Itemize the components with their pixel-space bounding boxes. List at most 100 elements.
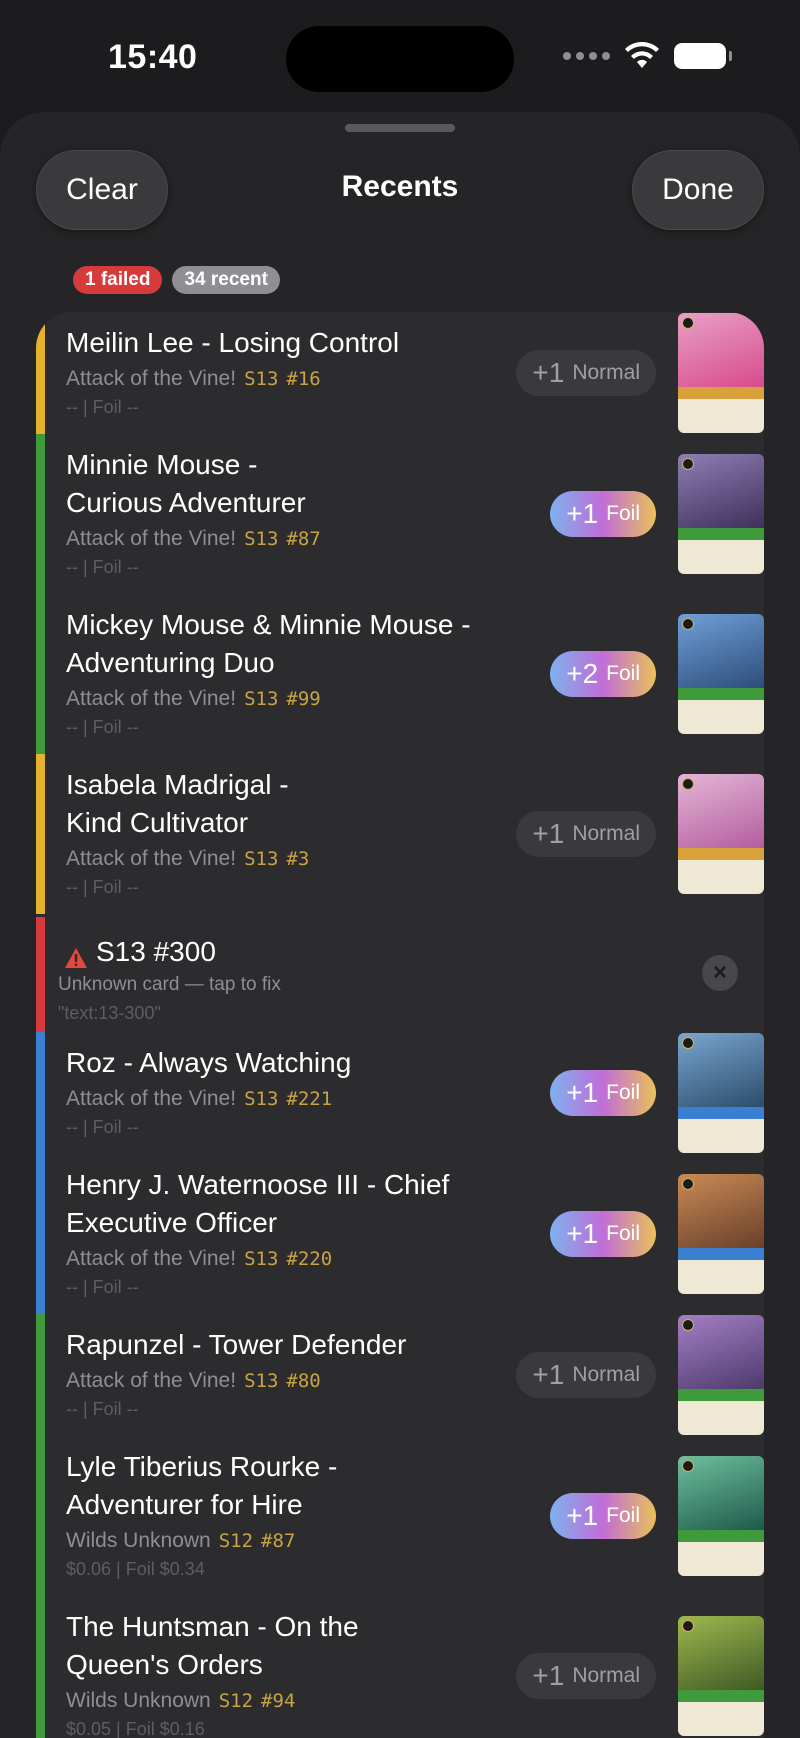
failed-card-hint: Unknown card — tap to fix [58, 974, 281, 995]
card-thumbnail[interactable] [678, 1315, 764, 1435]
card-number: #16 [286, 368, 321, 390]
card-thumbnail[interactable] [678, 454, 764, 574]
dismiss-icon[interactable]: × [702, 955, 738, 991]
card-row[interactable]: Rapunzel - Tower Defender Attack of the V… [36, 1314, 764, 1436]
set-name: Attack of the Vine! [66, 1369, 237, 1392]
card-info: Roz - Always Watching Attack of the Vine!… [66, 1044, 536, 1140]
finish-label: Normal [572, 1363, 640, 1386]
ink-stripe [36, 1154, 45, 1314]
quantity-pill[interactable]: +1 Normal [516, 350, 656, 396]
card-price: -- | Foil -- [66, 1277, 139, 1297]
card-info: Rapunzel - Tower Defender Attack of the V… [66, 1326, 536, 1422]
card-price: $0.05 | Foil $0.16 [66, 1719, 205, 1738]
card-name-line2: Curious Adventurer [66, 487, 306, 518]
dynamic-island [286, 26, 514, 92]
recents-list: S13 #300 Unknown card — tap to fix "text… [36, 312, 764, 1738]
quantity-value: +1 [566, 1218, 599, 1249]
card-name-line2: Executive Officer [66, 1207, 278, 1238]
card-name: Minnie Mouse - [66, 449, 258, 480]
card-thumbnail[interactable] [678, 1616, 764, 1736]
card-set-line: Attack of the Vine! S13 #220 [66, 1244, 536, 1274]
card-set-line: Wilds Unknown S12 #94 [66, 1686, 536, 1716]
card-set-line: Attack of the Vine! S13 #3 [66, 844, 536, 874]
ink-stripe [36, 1314, 45, 1436]
card-name: Roz - Always Watching [66, 1047, 352, 1078]
card-set-line: Attack of the Vine! S13 #80 [66, 1366, 536, 1396]
ink-stripe [36, 594, 45, 754]
signal-dots-icon [563, 52, 610, 60]
status-time: 15:40 [108, 38, 198, 76]
finish-label: Normal [572, 1664, 640, 1687]
ink-stripe [36, 1436, 45, 1596]
quantity-pill[interactable]: +1 Foil [550, 1070, 656, 1116]
card-set-line: Wilds Unknown S12 #87 [66, 1526, 536, 1556]
card-name-line2: Kind Cultivator [66, 807, 249, 838]
status-bar: 15:40 [0, 0, 800, 110]
card-row[interactable]: Mickey Mouse & Minnie Mouse - Adventuring… [36, 594, 764, 754]
ink-stripe [36, 917, 45, 1032]
finish-label: Normal [572, 822, 640, 845]
card-thumbnail[interactable] [678, 313, 764, 433]
set-code: S12 [218, 1690, 254, 1712]
status-icons [563, 42, 732, 70]
card-name: Rapunzel - Tower Defender [66, 1329, 407, 1360]
card-row[interactable]: Minnie Mouse - Curious Adventurer Attack o… [36, 434, 764, 594]
finish-label: Foil [606, 502, 640, 525]
card-thumbnail[interactable] [678, 1174, 764, 1294]
set-code: S13 [244, 1088, 279, 1110]
card-thumbnail[interactable] [678, 1456, 764, 1576]
card-name: Meilin Lee - Losing Control [66, 327, 400, 358]
card-row[interactable]: Roz - Always Watching Attack of the Vine!… [36, 1032, 764, 1154]
sheet-grabber[interactable] [345, 124, 455, 132]
quantity-value: +1 [566, 498, 599, 529]
card-name: Henry J. Waternoose III - Chief [66, 1169, 450, 1200]
card-number: #99 [286, 688, 321, 710]
card-number: #87 [261, 1530, 296, 1552]
card-row[interactable]: Lyle Tiberius Rourke - Adventurer for Hir… [36, 1436, 764, 1596]
card-number: #3 [286, 848, 310, 870]
quantity-pill[interactable]: +1 Foil [550, 491, 656, 537]
set-code: S12 [218, 1530, 254, 1552]
finish-label: Foil [606, 1081, 640, 1104]
card-price: -- | Foil -- [66, 557, 139, 577]
card-info: Minnie Mouse - Curious Adventurer Attack o… [66, 446, 536, 580]
quantity-value: +1 [566, 1077, 599, 1108]
quantity-pill[interactable]: +1 Foil [550, 1211, 656, 1257]
warning-icon [65, 948, 87, 968]
card-info: Isabela Madrigal - Kind Cultivator Attack … [66, 766, 536, 900]
set-name: Attack of the Vine! [66, 687, 237, 710]
card-row[interactable]: Meilin Lee - Losing Control Attack of the… [36, 312, 764, 434]
card-set-line: Attack of the Vine! S13 #221 [66, 1084, 536, 1114]
card-price: -- | Foil -- [66, 717, 139, 737]
set-code: S13 [244, 368, 279, 390]
card-info: Lyle Tiberius Rourke - Adventurer for Hir… [66, 1448, 536, 1582]
quantity-pill[interactable]: +1 Normal [516, 1352, 656, 1398]
recent-count-badge: 34 recent [172, 266, 280, 294]
set-name: Attack of the Vine! [66, 1087, 237, 1110]
card-row[interactable]: Henry J. Waternoose III - Chief Executive… [36, 1154, 764, 1314]
ink-stripe [36, 1032, 45, 1154]
finish-label: Normal [572, 361, 640, 384]
card-set-line: Attack of the Vine! S13 #87 [66, 524, 536, 554]
failed-row[interactable]: S13 #300 Unknown card — tap to fix "text… [36, 917, 764, 1032]
card-name-line2: Adventuring Duo [66, 647, 275, 678]
quantity-pill[interactable]: +1 Normal [516, 811, 656, 857]
set-name: Attack of the Vine! [66, 847, 237, 870]
card-row[interactable]: The Huntsman - On the Queen's Orders Wilds… [36, 1596, 764, 1738]
card-thumbnail[interactable] [678, 774, 764, 894]
card-number: #80 [286, 1370, 321, 1392]
card-thumbnail[interactable] [678, 614, 764, 734]
card-name: Mickey Mouse & Minnie Mouse - [66, 609, 471, 640]
failed-card-title: S13 #300 [96, 936, 216, 967]
card-row[interactable]: Isabela Madrigal - Kind Cultivator Attack … [36, 754, 764, 914]
ink-stripe [36, 1596, 45, 1738]
set-name: Attack of the Vine! [66, 527, 237, 550]
quantity-pill[interactable]: +2 Foil [550, 651, 656, 697]
done-button[interactable]: Done [632, 150, 764, 230]
set-code: S13 [244, 688, 279, 710]
quantity-pill[interactable]: +1 Normal [516, 1653, 656, 1699]
card-thumbnail[interactable] [678, 1033, 764, 1153]
quantity-pill[interactable]: +1 Foil [550, 1493, 656, 1539]
set-code: S13 [244, 1370, 279, 1392]
card-price: -- | Foil -- [66, 1399, 139, 1419]
